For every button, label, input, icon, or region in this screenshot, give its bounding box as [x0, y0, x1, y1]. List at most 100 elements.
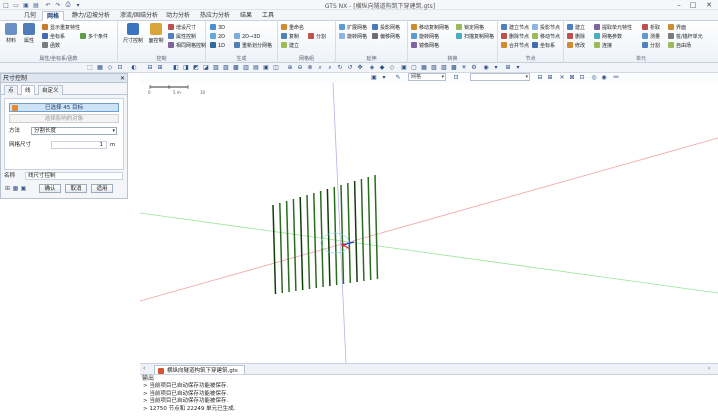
mirror-mesh-button[interactable]: 镜像网格: [411, 42, 439, 50]
project-mesh-button[interactable]: 投影网格: [372, 24, 400, 32]
interface-button[interactable]: 界面: [668, 24, 686, 32]
rotate-mesh-button[interactable]: 旋转网格: [411, 33, 439, 41]
view-iso-icon[interactable]: ◪: [202, 64, 210, 72]
extract-button[interactable]: 析取: [642, 24, 660, 32]
tab-scroll-left-icon[interactable]: ‹: [143, 365, 145, 372]
new-file-icon[interactable]: □: [2, 1, 10, 9]
split-mesh-set-button[interactable]: 分割: [308, 33, 326, 41]
tab-seepage[interactable]: 渗流/固结分析: [116, 11, 162, 21]
camera-icon[interactable]: ◉: [482, 64, 490, 72]
polygon-select-icon[interactable]: ◇: [106, 64, 114, 72]
face-control-button[interactable]: 面控制: [147, 23, 165, 53]
panel-preview-icon[interactable]: ▦: [12, 185, 19, 192]
tab-results[interactable]: 结果: [236, 11, 256, 21]
dynamic-view-icon[interactable]: ✥: [356, 64, 364, 72]
move-copy-mesh-button[interactable]: 移动复制网格: [411, 24, 449, 32]
create-mesh-set-button[interactable]: 建立: [281, 42, 299, 50]
mesh-parameter-button[interactable]: 网格参数: [594, 33, 622, 41]
measure-button[interactable]: 测量: [642, 33, 660, 41]
pan-icon[interactable]: ↺: [346, 64, 354, 72]
pile-anchor-element-button[interactable]: 桩/锚杆单元: [668, 33, 703, 41]
save-as-icon[interactable]: ▤: [32, 1, 40, 9]
display-all-icon[interactable]: ◐: [130, 64, 138, 72]
show-duplicate-property-button[interactable]: 显示重复特性: [42, 24, 80, 32]
open-file-icon[interactable]: ▭: [12, 1, 20, 9]
tab-static-slope[interactable]: 静力/边坡分析: [68, 11, 114, 21]
tab-line[interactable]: 线: [21, 85, 35, 95]
view-side-icon[interactable]: ◩: [192, 64, 200, 72]
link-icon[interactable]: ⚯: [612, 74, 620, 82]
extract-element-property-button[interactable]: 提取单元特性: [594, 24, 632, 32]
tab-tools[interactable]: 工具: [258, 11, 278, 21]
view-custom-icon[interactable]: ▣: [262, 64, 270, 72]
close-button[interactable]: ✕: [702, 0, 716, 10]
view-front-icon[interactable]: ◨: [182, 64, 190, 72]
extrude-mesh-button[interactable]: 扩展网格: [339, 24, 367, 32]
grid-dropdown-icon[interactable]: ▾: [514, 64, 522, 72]
divide-button[interactable]: 分割: [642, 42, 660, 50]
node-coordinate-button[interactable]: 坐标系: [532, 42, 555, 50]
panel-help-icon[interactable]: ▣: [20, 185, 27, 192]
render-icon[interactable]: ◆: [378, 64, 386, 72]
select-icon[interactable]: ⬚: [86, 64, 94, 72]
ok-button[interactable]: 确认: [39, 184, 61, 193]
display-mode-icon[interactable]: ▣: [370, 74, 378, 82]
tab-custom[interactable]: 自定义: [38, 85, 63, 95]
mesh-2d-button[interactable]: 2D: [210, 33, 225, 41]
print-icon[interactable]: ⎙: [64, 1, 72, 9]
filter-icon[interactable]: ⊡: [452, 74, 460, 82]
tab-scroll-right-icon[interactable]: ›: [708, 365, 710, 372]
delete-element-button[interactable]: 删除: [567, 33, 585, 41]
modify-element-button[interactable]: 修改: [567, 42, 585, 50]
view-previous-icon[interactable]: ◫: [272, 64, 280, 72]
tab-thermal[interactable]: 热应力分析: [196, 11, 234, 21]
view-normal-icon[interactable]: ▤: [252, 64, 260, 72]
view-right-icon[interactable]: ▥: [242, 64, 250, 72]
reset-icon[interactable]: ◉: [600, 74, 608, 82]
model-viewport[interactable]: 0 5 m 10: [140, 83, 718, 363]
cancel-button[interactable]: 取消: [65, 184, 87, 193]
view-back-icon[interactable]: ▧: [212, 64, 220, 72]
tab-mesh[interactable]: 网格: [42, 11, 65, 21]
function-button[interactable]: 函数: [42, 42, 60, 50]
move-node-button[interactable]: 移动节点: [532, 33, 560, 41]
display-option-icon[interactable]: ⚙: [470, 64, 478, 72]
view-top-icon[interactable]: ◧: [172, 64, 180, 72]
no-select-icon[interactable]: ✕: [558, 74, 566, 82]
toggle-2-icon[interactable]: ⊞: [546, 74, 554, 82]
more-options-icon[interactable]: ▾: [492, 64, 500, 72]
view-bottom-icon[interactable]: ▨: [222, 64, 230, 72]
select-associated-button[interactable]: 选择影响的对象: [9, 114, 119, 123]
mesh-1d-button[interactable]: 1D: [210, 42, 225, 50]
feature-edge-icon[interactable]: ▧: [430, 64, 438, 72]
create-element-button[interactable]: 建立: [567, 24, 585, 32]
tab-point[interactable]: 点: [4, 85, 18, 95]
delete-node-button[interactable]: 删除节点: [501, 33, 529, 41]
free-field-button[interactable]: 自由场: [668, 42, 691, 50]
multi-condition-button[interactable]: 多个条件: [80, 33, 108, 41]
add-size-button[interactable]: 增设尺寸: [168, 24, 196, 32]
apply-button[interactable]: 适用: [91, 184, 113, 193]
select-all-icon[interactable]: ⊠: [568, 74, 576, 82]
offset-mesh-button[interactable]: 偏移网格: [372, 33, 400, 41]
tab-dynamic[interactable]: 动力分析: [162, 11, 194, 21]
mesh-lines[interactable]: [272, 174, 379, 295]
show-icon[interactable]: ⊞: [156, 64, 164, 72]
select-pick-icon[interactable]: ✎: [394, 74, 402, 82]
lock-mesh-button[interactable]: 锁定网格: [456, 24, 484, 32]
undo-icon[interactable]: ↶: [44, 1, 52, 9]
color-icon[interactable]: ▩: [450, 64, 458, 72]
circle-select-icon[interactable]: ◎: [590, 74, 598, 82]
rename-button[interactable]: 重命名: [281, 24, 304, 32]
shading-icon[interactable]: ▣: [400, 64, 408, 72]
mesh-3d-button[interactable]: 3D: [210, 24, 225, 32]
select-mesh-icon[interactable]: ⊡: [578, 74, 586, 82]
panel-option-icon[interactable]: ⊞: [4, 185, 11, 192]
transparency-icon[interactable]: ▨: [440, 64, 448, 72]
zoom-in-icon[interactable]: ⊗: [306, 64, 314, 72]
size-control-button[interactable]: 尺寸控制: [122, 23, 144, 53]
quick-access-dropdown-icon[interactable]: ▾: [74, 1, 82, 9]
zoom-fit-icon[interactable]: ⊖: [296, 64, 304, 72]
mesh-size-input[interactable]: 1: [51, 141, 107, 149]
copy-mesh-set-button[interactable]: 复制: [281, 33, 299, 41]
